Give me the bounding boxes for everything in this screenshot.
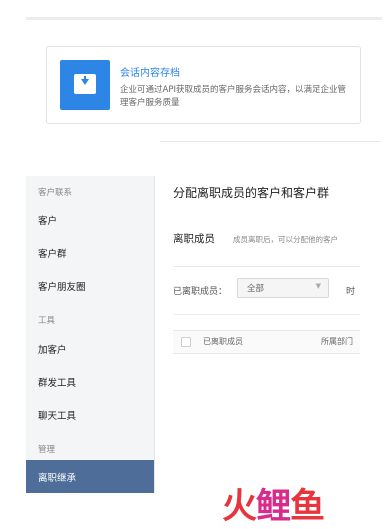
sidebar-group-tools: 工具 bbox=[38, 316, 56, 326]
table-header: 已离职成员 所属部门 bbox=[173, 330, 360, 354]
resigned-member-select[interactable]: 全部 ▼ bbox=[237, 278, 329, 298]
column-header-department: 所属部门 bbox=[321, 337, 353, 346]
section-title: 离职成员 bbox=[173, 233, 215, 245]
page-title: 分配离职成员的客户和客户群 bbox=[173, 186, 330, 200]
download-icon bbox=[60, 60, 110, 110]
select-all-checkbox[interactable] bbox=[181, 337, 191, 347]
column-header-member: 已离职成员 bbox=[203, 337, 243, 346]
section-subtitle: 成员离职后，可以分配他的客户 bbox=[233, 235, 338, 244]
session-archive-card[interactable]: 会话内容存档 企业可通过API获取成员的客户服务会话内容，以满足企业管理客户服务… bbox=[46, 46, 361, 124]
card-title[interactable]: 会话内容存档 bbox=[120, 64, 180, 79]
filter-divider bbox=[173, 314, 360, 315]
select-value: 全部 bbox=[247, 284, 265, 294]
card-description: 企业可通过API获取成员的客户服务会话内容，以满足企业管理客户服务质量 bbox=[120, 85, 346, 108]
sidebar-item-chat-tools[interactable]: 聊天工具 bbox=[38, 408, 76, 422]
sidebar-item-mass-send[interactable]: 群发工具 bbox=[38, 375, 76, 389]
sidebar-item-resigned-inherit[interactable]: 离职继承 bbox=[26, 460, 154, 493]
sidebar-item-moments[interactable]: 客户朋友圈 bbox=[38, 279, 86, 293]
sidebar-item-customer-groups[interactable]: 客户群 bbox=[38, 246, 67, 260]
top-divider bbox=[26, 17, 382, 20]
content-divider bbox=[160, 141, 380, 142]
chevron-down-icon: ▼ bbox=[315, 282, 321, 290]
time-filter-label: 时 bbox=[346, 287, 356, 297]
section-divider bbox=[173, 266, 360, 267]
viewport-edge bbox=[360, 160, 392, 523]
sidebar-item-label: 离职继承 bbox=[38, 473, 77, 484]
sidebar: 客户联系 客户 客户群 客户朋友圈 工具 加客户 群发工具 聊天工具 管理 离职… bbox=[26, 176, 155, 493]
sidebar-item-add-customer[interactable]: 加客户 bbox=[38, 342, 67, 356]
sidebar-item-customers[interactable]: 客户 bbox=[38, 213, 57, 227]
filter-label: 已离职成员： bbox=[173, 287, 228, 297]
sidebar-group-customer-contact: 客户联系 bbox=[38, 188, 73, 198]
watermark-logo: 火鲤鱼 bbox=[222, 487, 325, 527]
sidebar-group-management: 管理 bbox=[38, 445, 56, 455]
